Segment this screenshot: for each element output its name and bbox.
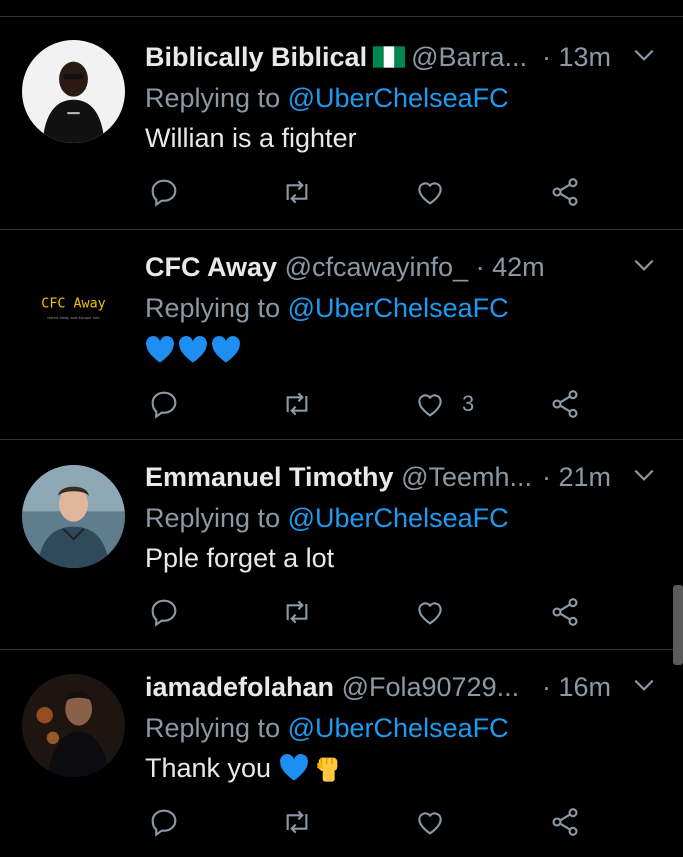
share-button[interactable] <box>549 592 581 632</box>
tweet-text: Pple forget a lot <box>145 543 335 573</box>
avatar[interactable] <box>22 40 125 143</box>
action-bar <box>145 802 683 842</box>
user-handle[interactable]: @cfcawayinfo_ <box>285 252 469 282</box>
retweet-button[interactable] <box>281 802 313 842</box>
chevron-down-icon[interactable] <box>631 252 657 278</box>
like-button[interactable]: 3 <box>414 384 474 424</box>
tweet-content: Emmanuel Timothy @Teemh... · 21m Replyin… <box>145 460 663 576</box>
retweet-button[interactable] <box>281 384 313 424</box>
action-bar <box>145 172 683 212</box>
user-handle[interactable]: @Barra... <box>411 42 527 72</box>
heart-icon <box>418 394 442 417</box>
share-icon <box>552 808 578 836</box>
reply-button[interactable] <box>148 172 180 212</box>
tweet-content: iamadefolahan @Fola90729... · 16m Replyi… <box>145 670 663 786</box>
reply-icon <box>151 809 177 837</box>
reply-icon <box>151 391 177 419</box>
tweet-header: CFC Away @cfcawayinfo_ · 42m <box>145 250 663 284</box>
heart-icon <box>418 182 442 205</box>
reply-context: Replying to @UberChelseaFC <box>145 500 663 536</box>
share-button[interactable] <box>549 384 581 424</box>
timestamp[interactable]: · 42m <box>476 252 545 282</box>
mention-link[interactable]: @UberChelseaFC <box>288 713 509 743</box>
share-icon <box>552 598 578 626</box>
avatar-logo-subtext: Home Away and Europe Info <box>47 316 100 320</box>
replying-to-label: Replying to <box>145 503 281 533</box>
replying-to-label: Replying to <box>145 293 281 323</box>
share-icon <box>552 390 578 418</box>
reply-button[interactable] <box>148 802 180 842</box>
chevron-down-icon[interactable] <box>631 672 657 698</box>
chevron-down-icon[interactable] <box>631 42 657 68</box>
tweet-header: iamadefolahan @Fola90729... · 16m <box>145 670 663 704</box>
avatar-image <box>22 674 125 777</box>
timestamp[interactable]: · 16m <box>542 670 611 704</box>
tweet-text-content: Thank you <box>145 753 272 783</box>
like-button[interactable] <box>414 172 462 212</box>
tweet-content: CFC Away @cfcawayinfo_ · 42m Replying to… <box>145 250 663 368</box>
tweet[interactable]: CFC Away Home Away and Europe Info CFC A… <box>0 230 683 440</box>
nigeria-flag-icon <box>373 46 406 68</box>
tweet-text <box>145 330 663 368</box>
blue-heart-icon <box>212 336 240 363</box>
reply-icon <box>151 599 177 627</box>
mention-link[interactable]: @UberChelseaFC <box>288 293 509 323</box>
share-icon <box>552 178 578 206</box>
tweet[interactable]: Biblically Biblical @Barra... · 13m Reply… <box>0 17 683 230</box>
retweet-icon <box>286 180 308 204</box>
chevron-down-icon[interactable] <box>631 462 657 488</box>
like-count: 3 <box>462 391 475 416</box>
retweet-icon <box>286 600 308 624</box>
display-name[interactable]: CFC Away <box>145 252 277 282</box>
blue-heart-icon <box>179 336 207 363</box>
retweet-button[interactable] <box>281 592 313 632</box>
tweet-text: Thank you <box>145 750 663 786</box>
avatar-image <box>22 465 125 568</box>
timestamp[interactable]: · 13m <box>542 40 611 74</box>
avatar-image: CFC Away Home Away and Europe Info <box>22 254 125 357</box>
avatar[interactable] <box>22 465 125 568</box>
scrollbar[interactable] <box>673 585 683 665</box>
tweet-header: Biblically Biblical @Barra... · 13m <box>145 40 663 74</box>
display-name[interactable]: Emmanuel Timothy <box>145 462 394 492</box>
user-handle[interactable]: @Fola90729... <box>342 672 520 702</box>
display-name[interactable]: iamadefolahan <box>145 672 334 702</box>
retweet-button[interactable] <box>281 172 313 212</box>
avatar-image <box>22 40 125 143</box>
timestamp[interactable]: · 21m <box>542 460 611 494</box>
share-button[interactable] <box>549 172 581 212</box>
tweet-text: Willian is a fighter <box>145 123 357 153</box>
tweet[interactable]: iamadefolahan @Fola90729... · 16m Replyi… <box>0 650 683 857</box>
heart-icon <box>418 602 442 625</box>
tweet-header: Emmanuel Timothy @Teemh... · 21m <box>145 460 663 494</box>
like-button[interactable] <box>414 592 462 632</box>
action-bar <box>145 592 683 632</box>
share-button[interactable] <box>549 802 581 842</box>
heart-icon <box>418 812 442 835</box>
action-bar: 3 <box>145 384 683 424</box>
replying-to-label: Replying to <box>145 83 281 113</box>
tweet-content: Biblically Biblical @Barra... · 13m Reply… <box>145 40 663 156</box>
reply-context: Replying to @UberChelseaFC <box>145 710 663 746</box>
replying-to-label: Replying to <box>145 713 281 743</box>
retweet-icon <box>286 810 308 834</box>
display-name[interactable]: Biblically Biblical <box>145 42 367 72</box>
like-button[interactable] <box>414 802 462 842</box>
mention-link[interactable]: @UberChelseaFC <box>288 83 509 113</box>
reply-icon <box>151 179 177 207</box>
reply-context: Replying to @UberChelseaFC <box>145 290 663 326</box>
mention-link[interactable]: @UberChelseaFC <box>288 503 509 533</box>
blue-heart-icon <box>146 336 174 363</box>
avatar-logo-text: CFC Away <box>41 297 105 312</box>
raised-fist-icon <box>316 757 337 782</box>
retweet-icon <box>286 392 308 416</box>
blue-heart-icon <box>279 754 308 781</box>
reply-button[interactable] <box>148 592 180 632</box>
avatar[interactable] <box>22 674 125 777</box>
tweet[interactable]: Emmanuel Timothy @Teemh... · 21m Replyin… <box>0 440 683 650</box>
reply-button[interactable] <box>148 384 180 424</box>
reply-context: Replying to @UberChelseaFC <box>145 80 663 116</box>
user-handle[interactable]: @Teemh... <box>401 462 532 492</box>
avatar[interactable]: CFC Away Home Away and Europe Info <box>22 254 125 357</box>
